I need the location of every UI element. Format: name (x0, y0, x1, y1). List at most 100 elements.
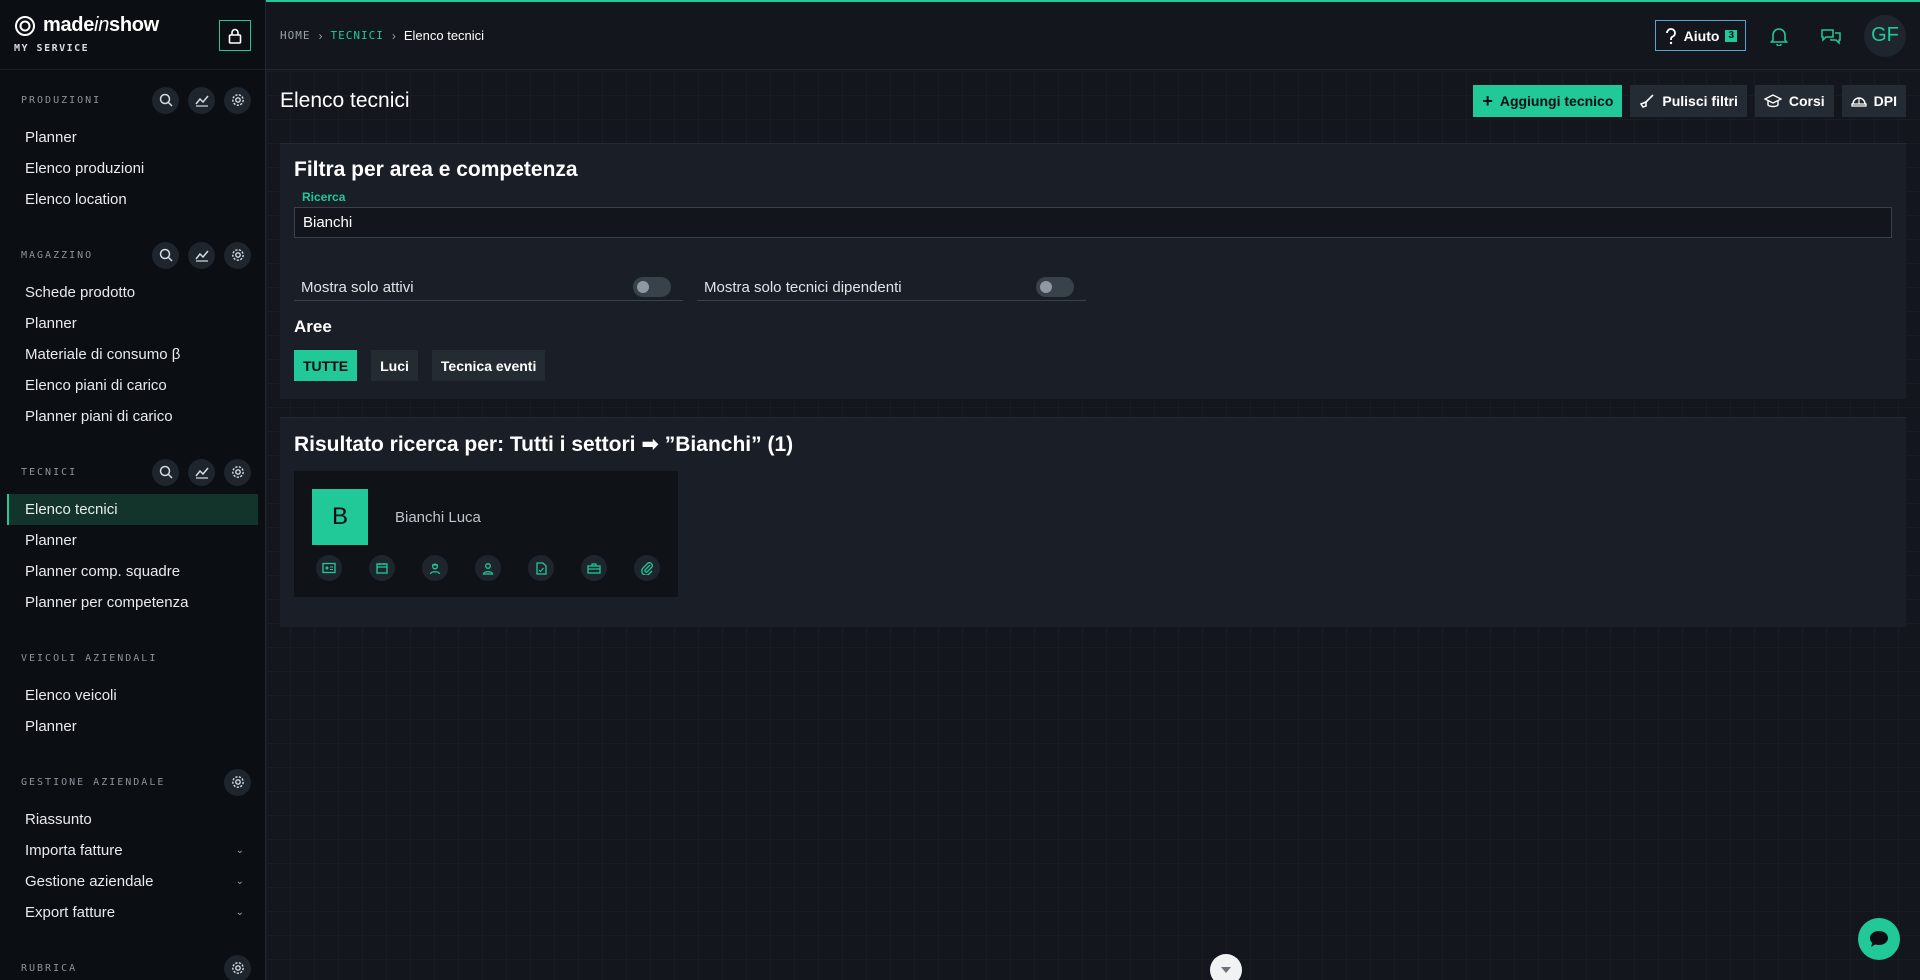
messages-button[interactable] (1812, 17, 1850, 55)
bell-icon (1770, 27, 1788, 46)
gear-icon[interactable] (224, 458, 251, 486)
toggle-employees-only[interactable]: Mostra solo tecnici dipendenti (697, 274, 1086, 301)
chart-icon[interactable] (188, 458, 215, 486)
courses-label: Corsi (1788, 93, 1825, 109)
add-technician-label: Aggiungi tecnico (1499, 93, 1614, 109)
breadcrumb-home[interactable]: HOME (280, 29, 311, 42)
chat-bubble-icon (1870, 931, 1888, 947)
sidebar-item-elenco-produzioni[interactable]: Elenco produzioni (7, 153, 258, 184)
toggle-employees-label: Mostra solo tecnici dipendenti (704, 278, 902, 296)
sidebar-item-elenco-piani-carico[interactable]: Elenco piani di carico (7, 370, 258, 401)
sidebar-item-planner[interactable]: Planner (7, 122, 258, 153)
search-input[interactable]: Bianchi (294, 207, 1892, 238)
toggle-active-switch[interactable] (633, 277, 671, 297)
filter-toggles: Mostra solo attivi Mostra solo tecnici d… (294, 274, 1892, 301)
sidebar-item-planner[interactable]: Planner (7, 711, 258, 742)
sidebar-item-elenco-veicoli[interactable]: Elenco veicoli (7, 680, 258, 711)
help-button[interactable]: Aiuto 3 (1654, 20, 1746, 51)
technician-card[interactable]: B Bianchi Luca (294, 471, 678, 597)
sidebar-group-tecnici: TECNICI Elenco tecnici Planner Planner c… (0, 455, 265, 626)
brand-name: madeinshow (43, 14, 159, 36)
chart-icon[interactable] (188, 86, 215, 114)
toggle-active-label: Mostra solo attivi (301, 278, 414, 296)
gear-icon[interactable] (224, 86, 251, 114)
scroll-down-button[interactable] (1210, 954, 1242, 980)
sidebar-item-materiale-consumo[interactable]: Materiale di consumo β (7, 339, 258, 370)
sidebar-item-planner-piani-carico[interactable]: Planner piani di carico (7, 401, 258, 432)
courses-button[interactable]: Corsi (1754, 85, 1834, 117)
clear-filters-label: Pulisci filtri (1662, 93, 1738, 109)
lock-sidebar-button[interactable] (219, 20, 251, 51)
technician-actions (312, 555, 660, 581)
toolbox-icon[interactable] (581, 555, 607, 581)
breadcrumb-tecnici[interactable]: TECNICI (331, 29, 384, 42)
technician-name[interactable]: Bianchi Luca (395, 509, 481, 526)
area-chips: TUTTE Luci Tecnica eventi (294, 350, 1892, 381)
toggle-employees-switch[interactable] (1036, 277, 1074, 297)
sidebar-section-title: GESTIONE AZIENDALE (21, 776, 166, 788)
chat-bubbles-icon (1821, 28, 1841, 45)
gear-icon[interactable] (224, 954, 251, 980)
brand-logo[interactable]: madeinshow (14, 14, 251, 37)
broom-icon (1640, 94, 1654, 108)
sidebar-item-riassunto[interactable]: Riassunto (7, 804, 258, 835)
clear-filters-button[interactable]: Pulisci filtri (1630, 85, 1747, 117)
help-icon (1665, 27, 1676, 44)
sidebar: madeinshow MY SERVICE PRODUZIONI Planner… (0, 0, 266, 980)
results-title: Risultato ricerca per: Tutti i settori ➡… (294, 433, 794, 456)
main-content: Elenco tecnici + Aggiungi tecnico Pulisc… (266, 71, 1920, 980)
search-icon[interactable] (152, 86, 179, 114)
plus-icon: + (1482, 91, 1493, 111)
sidebar-item-gestione-aziendale[interactable]: Gestione aziendale ⌄ (7, 866, 258, 897)
person-badge-icon[interactable] (475, 555, 501, 581)
dpi-label: DPI (1873, 93, 1897, 109)
gear-icon[interactable] (224, 768, 251, 796)
lock-icon (228, 28, 242, 44)
sidebar-group-veicoli: VEICOLI AZIENDALI Elenco veicoli Planner (0, 641, 265, 750)
gear-icon[interactable] (224, 241, 251, 269)
page-title: Elenco tecnici (280, 89, 410, 112)
search-icon[interactable] (152, 241, 179, 269)
sidebar-group-rubrica: RUBRICA (0, 951, 265, 980)
sidebar-section-title: MAGAZZINO (21, 249, 94, 261)
id-card-icon[interactable] (316, 555, 342, 581)
sidebar-item-export-fatture[interactable]: Export fatture ⌄ (7, 897, 258, 928)
chevron-down-icon: ⌄ (235, 907, 244, 918)
worker-icon[interactable] (422, 555, 448, 581)
sidebar-item-planner[interactable]: Planner (7, 308, 258, 339)
sidebar-item-importa-fatture[interactable]: Importa fatture ⌄ (7, 835, 258, 866)
sidebar-group-gestione: GESTIONE AZIENDALE Riassunto Importa fat… (0, 765, 265, 936)
dpi-button[interactable]: DPI (1841, 85, 1906, 117)
sidebar-item-schede-prodotto[interactable]: Schede prodotto (7, 277, 258, 308)
filter-title: Filtra per area e competenza (294, 158, 578, 181)
filter-panel: Filtra per area e competenza Ricerca Bia… (280, 143, 1906, 399)
paperclip-icon[interactable] (634, 555, 660, 581)
page-actions: + Aggiungi tecnico Pulisci filtri Corsi … (1473, 85, 1906, 117)
support-chat-button[interactable] (1858, 918, 1900, 960)
toggle-active-only[interactable]: Mostra solo attivi (294, 274, 683, 301)
area-chip-tecnica-eventi[interactable]: Tecnica eventi (431, 350, 546, 381)
chart-icon[interactable] (188, 241, 215, 269)
chevron-right-icon: › (318, 28, 323, 43)
sidebar-item-planner-comp-squadre[interactable]: Planner comp. squadre (7, 556, 258, 587)
area-chip-tutte[interactable]: TUTTE (294, 350, 358, 381)
search-icon[interactable] (152, 458, 179, 486)
sidebar-section-title: RUBRICA (21, 962, 78, 974)
sidebar-section-title: VEICOLI AZIENDALI (21, 652, 158, 664)
page-header: Elenco tecnici + Aggiungi tecnico Pulisc… (280, 85, 1906, 117)
sidebar-item-planner[interactable]: Planner (7, 525, 258, 556)
sidebar-section-title: TECNICI (21, 466, 78, 478)
sidebar-item-elenco-tecnici[interactable]: Elenco tecnici (7, 494, 258, 525)
sidebar-item-elenco-location[interactable]: Elenco location (7, 184, 258, 215)
document-icon[interactable] (528, 555, 554, 581)
sidebar-item-planner-competenza[interactable]: Planner per competenza (7, 587, 258, 618)
notifications-button[interactable] (1760, 17, 1798, 55)
calendar-icon[interactable] (369, 555, 395, 581)
avatar[interactable]: GF (1864, 14, 1906, 57)
sidebar-group-magazzino: MAGAZZINO Schede prodotto Planner Materi… (0, 238, 265, 440)
areas-title: Aree (294, 317, 332, 336)
add-technician-button[interactable]: + Aggiungi tecnico (1473, 85, 1623, 117)
topbar: HOME › TECNICI › Elenco tecnici Aiuto 3 … (266, 0, 1920, 70)
breadcrumb-current: Elenco tecnici (403, 28, 485, 43)
area-chip-luci[interactable]: Luci (371, 350, 418, 381)
